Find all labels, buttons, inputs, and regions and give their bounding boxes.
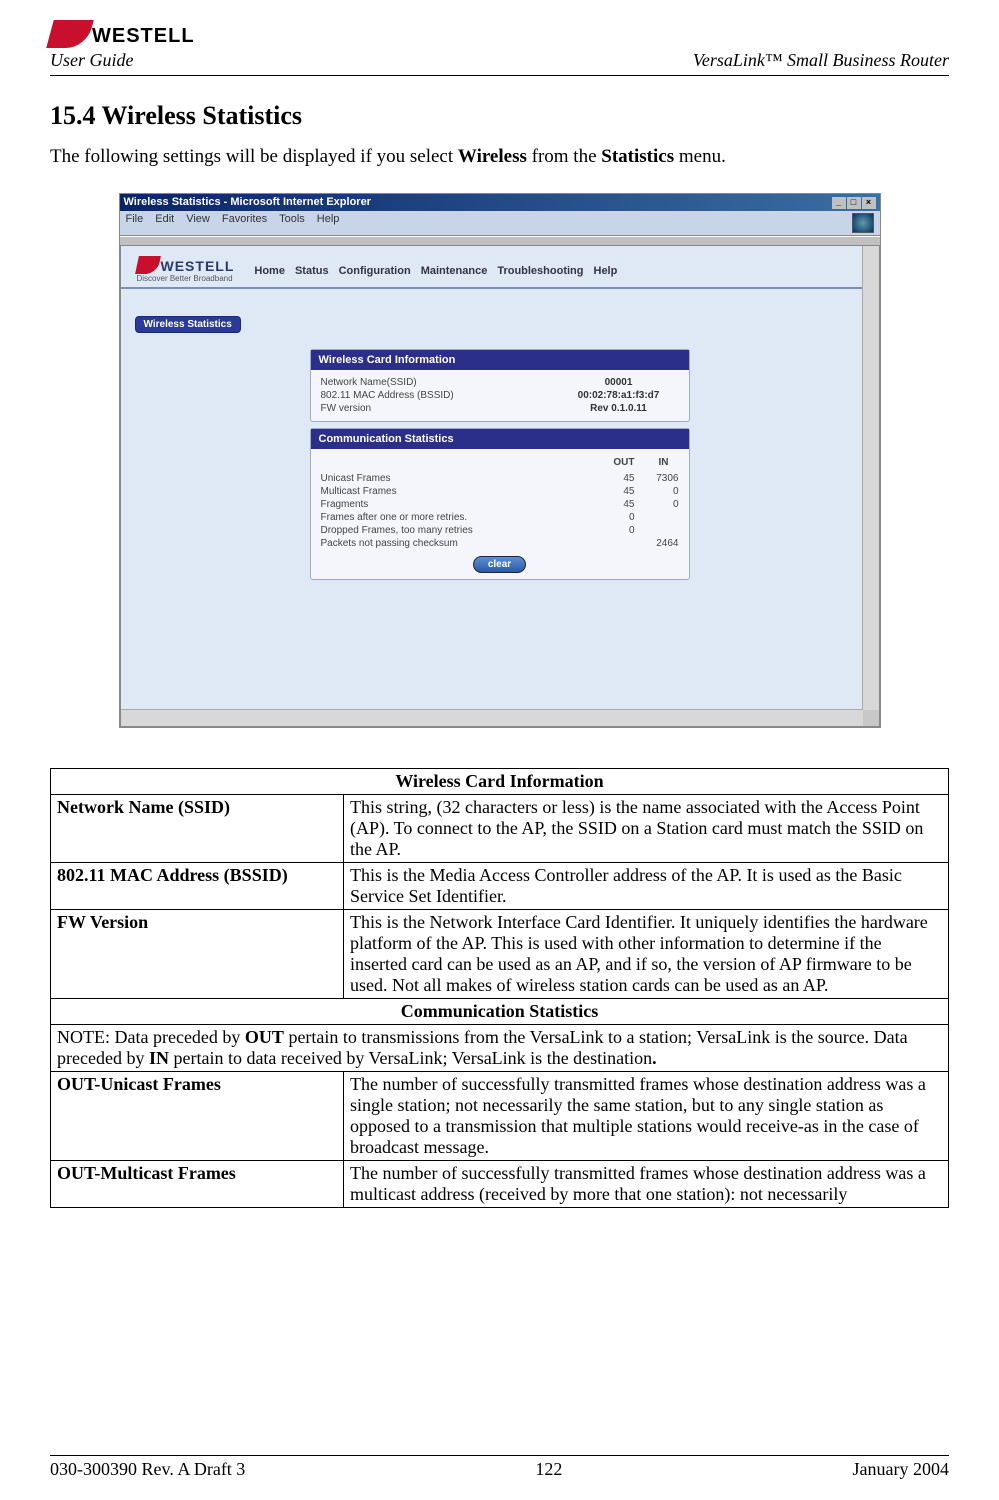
menu-file: File [126,213,144,233]
page-header: WESTELL User Guide VersaLink™ Small Busi… [50,20,949,76]
table-section1: Wireless Card Information [51,769,949,795]
app-header: WESTELL Discover Better Broadband Home S… [121,246,879,289]
app-swoosh-icon [135,256,161,274]
footer-left: 030-300390 Rev. A Draft 3 [50,1459,245,1480]
window-titlebar: Wireless Statistics - Microsoft Internet… [120,194,880,211]
nav-maintenance: Maintenance [421,265,488,277]
westell-swoosh-icon [46,20,94,48]
horizontal-scrollbar[interactable] [121,709,863,726]
row-fw-label: FW Version [51,910,344,999]
row-out-unicast-desc: The number of successfully transmitted f… [344,1072,949,1161]
browser-menubar[interactable]: File Edit View Favorites Tools Help [120,211,880,236]
nav-status: Status [295,265,329,277]
brand-text: WESTELL [92,25,195,48]
product-title: VersaLink™ Small Business Router [693,50,949,71]
app-tagline: Discover Better Broadband [137,274,235,283]
browser-content: WESTELL Discover Better Broadband Home S… [120,245,880,727]
clear-button[interactable]: clear [473,556,526,573]
menu-tools: Tools [279,213,305,233]
scroll-corner [863,710,879,726]
row-bssid-label: 802.11 MAC Address (BSSID) [51,863,344,910]
screenshot-window: Wireless Statistics - Microsoft Internet… [119,193,881,728]
vertical-scrollbar[interactable] [862,246,879,710]
intro-text: The following settings will be displayed… [50,146,949,168]
footer-right: January 2004 [853,1459,949,1480]
ie-logo-icon [852,213,874,233]
row-out-multicast-label: OUT-Multicast Frames [51,1161,344,1208]
footer-center: 122 [535,1459,562,1480]
table-section2: Communication Statistics [51,999,949,1025]
nav-home: Home [254,265,285,277]
window-controls[interactable]: _□× [831,196,876,209]
menu-favorites: Favorites [222,213,267,233]
row-ssid-label: Network Name (SSID) [51,795,344,863]
panel-wireless-card-info: Wireless Card Information Network Name(S… [310,349,690,422]
window-title: Wireless Statistics - Microsoft Internet… [124,196,371,209]
description-table: Wireless Card Information Network Name (… [50,768,949,1208]
row-out-unicast-label: OUT-Unicast Frames [51,1072,344,1161]
row-fw-desc: This is the Network Interface Card Ident… [344,910,949,999]
nav-configuration: Configuration [339,265,411,277]
menu-view: View [186,213,210,233]
table-note: NOTE: Data preceded by OUT pertain to tr… [51,1025,949,1072]
col-in: IN [659,457,669,468]
page-footer: 030-300390 Rev. A Draft 3 122 January 20… [50,1455,949,1480]
minimize-icon: _ [832,197,846,209]
panel2-title: Communication Statistics [311,429,689,449]
menu-help: Help [317,213,340,233]
row-out-multicast-desc: The number of successfully transmitted f… [344,1161,949,1208]
col-out: OUT [613,457,634,468]
user-guide-label: User Guide [50,50,195,71]
row-bssid-desc: This is the Media Access Controller addr… [344,863,949,910]
tab-wireless-statistics[interactable]: Wireless Statistics [135,316,241,333]
close-icon: × [862,197,876,209]
app-brand: WESTELL [161,258,235,274]
nav-troubleshooting: Troubleshooting [497,265,583,277]
panel-comm-stats: Communication Statistics OUT IN Unicast … [310,428,690,580]
menu-edit: Edit [155,213,174,233]
nav-help: Help [594,265,618,277]
row-ssid-desc: This string, (32 characters or less) is … [344,795,949,863]
panel1-title: Wireless Card Information [311,350,689,370]
app-nav[interactable]: Home Status Configuration Maintenance Tr… [254,265,617,277]
maximize-icon: □ [847,197,861,209]
section-heading: 15.4 Wireless Statistics [50,101,949,131]
